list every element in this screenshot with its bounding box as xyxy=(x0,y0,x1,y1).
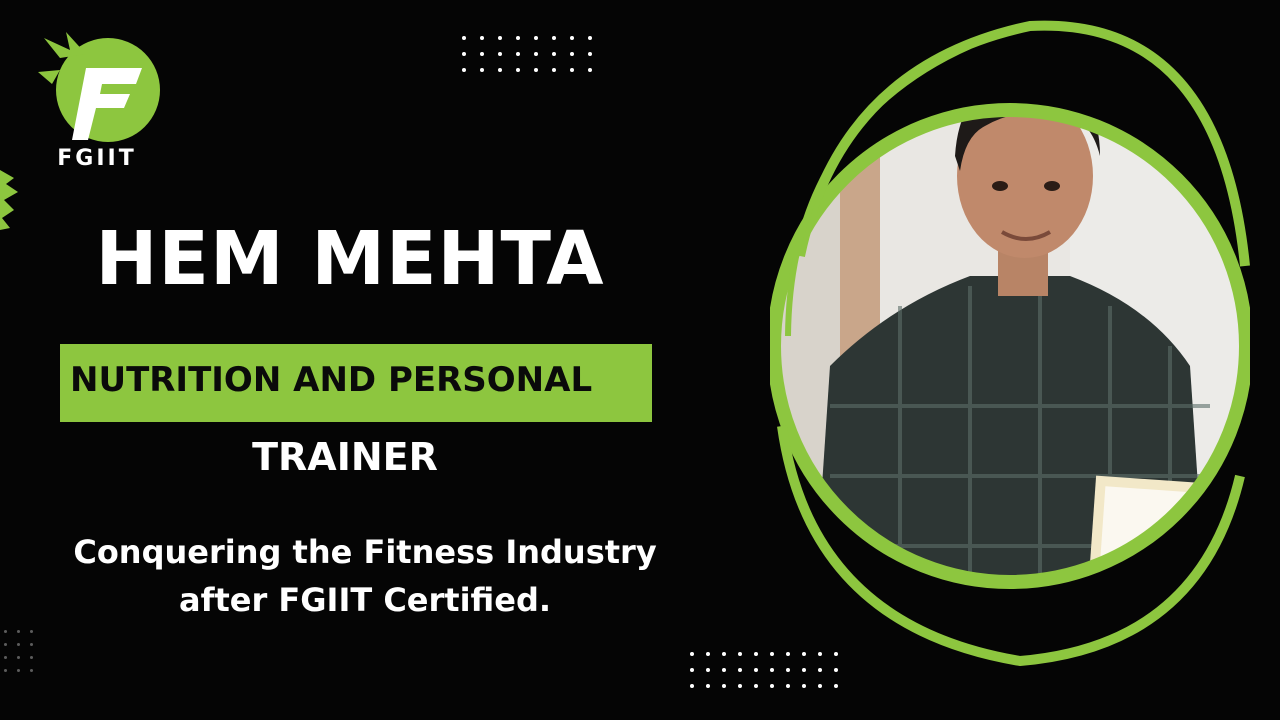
brush-stroke-icon xyxy=(0,170,18,230)
tagline: Conquering the Fitness Industry after FG… xyxy=(30,528,700,624)
tagline-line-1: Conquering the Fitness Industry xyxy=(73,533,657,571)
dots-pattern-icon xyxy=(462,36,592,72)
role-line-1: NUTRITION AND PERSONAL xyxy=(70,360,593,400)
logo-text: FGIIT xyxy=(57,146,137,171)
certificate-title: Certificate xyxy=(1169,533,1238,555)
tagline-line-2: after FGIIT Certified. xyxy=(178,581,552,619)
role-line-2: TRAINER xyxy=(252,435,438,479)
profile-photo: Certificate xyxy=(770,20,1250,666)
person-name: HEM MEHTA xyxy=(95,216,605,302)
dots-pattern-icon xyxy=(4,630,33,672)
